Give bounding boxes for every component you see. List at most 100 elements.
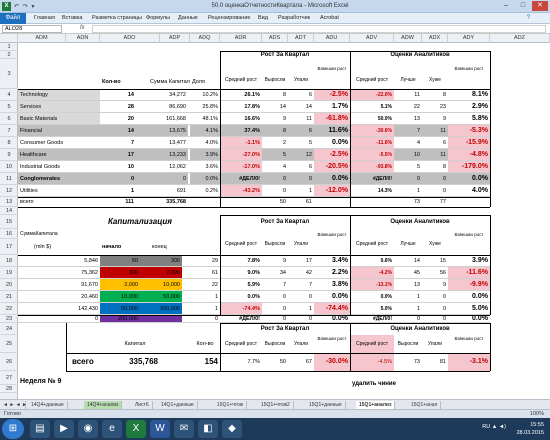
growth-up[interactable]: 50	[262, 353, 288, 371]
total-label[interactable]: всего	[18, 197, 66, 207]
tab-data[interactable]: Данные	[178, 15, 198, 21]
analyst-weighted[interactable]: -3.1%	[448, 353, 490, 371]
worksheet-grid[interactable]: Рост За Квартал Оценки Аналитиков Кол-во Су…	[18, 43, 550, 399]
total-worse[interactable]: 77	[422, 197, 448, 207]
sheet-tab[interactable]: 15Q1+чтож	[214, 401, 248, 409]
total-cap[interactable]: 335,768	[136, 197, 188, 207]
col-label[interactable]: Средний рост	[220, 335, 262, 353]
row-header[interactable]: 18	[0, 255, 18, 267]
row-header[interactable]: 28	[0, 385, 18, 393]
explorer-icon[interactable]: ◧	[198, 420, 218, 438]
tab-review[interactable]: Рецензирование	[208, 15, 250, 21]
name-box[interactable]: ALO28	[2, 25, 62, 33]
col-label[interactable]: начало	[100, 239, 140, 255]
quick-access-toolbar[interactable]: ↶ ↷ ▾	[14, 3, 35, 10]
header-analysts[interactable]: Оценки Аналитиков	[350, 215, 490, 229]
section-title-capitalization[interactable]: Капитализация	[106, 215, 236, 229]
col-label[interactable]: Средний рост	[350, 73, 394, 87]
row-header[interactable]: 4	[0, 89, 18, 101]
sheet-tab[interactable]: 14Q4+анализ	[84, 401, 123, 409]
col-label[interactable]: Взвешан рост	[448, 231, 490, 257]
row-header[interactable]: 13	[0, 197, 18, 207]
col-header[interactable]: ADS	[262, 34, 288, 43]
row-header[interactable]: 17	[0, 239, 18, 255]
clock[interactable]: 15:55 28.03.2015	[516, 421, 544, 437]
row-header[interactable]: 12	[0, 185, 18, 197]
row-header[interactable]: 10	[0, 161, 18, 173]
col-label[interactable]: Взвешан рост	[314, 335, 350, 353]
row-header[interactable]: 3	[0, 59, 18, 89]
tab-file[interactable]: Файл	[0, 13, 26, 24]
col-label[interactable]: Доля	[190, 77, 220, 87]
col-label[interactable]: Средний рост	[350, 335, 394, 353]
sheet-tab[interactable]: 14Q4+данные	[28, 401, 68, 409]
ie-icon[interactable]: e	[102, 420, 122, 438]
tab-acrobat[interactable]: Acrobat	[320, 15, 339, 21]
col-header[interactable]: ADY	[448, 34, 490, 43]
col-label[interactable]: Хуже	[422, 73, 448, 87]
header-analysts[interactable]: Оценки Аналитиков	[350, 323, 490, 335]
col-header[interactable]: ADO	[100, 34, 160, 43]
row-header[interactable]: 27	[0, 371, 18, 385]
sheet-tab[interactable]: 14Q1+данные	[158, 401, 198, 409]
tab-view[interactable]: Вид	[258, 15, 268, 21]
col-header[interactable]: ADZ	[490, 34, 550, 43]
total-count[interactable]: 154	[190, 353, 220, 371]
col-label[interactable]: Выросли	[262, 335, 288, 353]
total-down[interactable]: 61	[288, 197, 314, 207]
row-header[interactable]: 5	[0, 101, 18, 113]
col-label[interactable]: Взвешан рост	[448, 335, 490, 353]
row-header[interactable]: 22	[0, 303, 18, 315]
col-label[interactable]: Выросли	[394, 335, 422, 353]
row-header[interactable]: 14	[0, 207, 18, 215]
header-growth[interactable]: Рост За Квартал	[220, 215, 350, 229]
start-button[interactable]: ⊞	[2, 419, 24, 439]
col-header[interactable]: ADU	[314, 34, 350, 43]
system-tray[interactable]: RU ▲ ◄)	[482, 424, 506, 430]
col-label[interactable]: Кол-во	[190, 335, 220, 353]
row-header[interactable]: 25	[0, 335, 18, 353]
zoom-level[interactable]: 100%	[530, 411, 544, 417]
total-up[interactable]: 50	[262, 197, 288, 207]
row-header[interactable]: 8	[0, 137, 18, 149]
total-count[interactable]: 111	[100, 197, 136, 207]
sheet-nav-arrows[interactable]: ◄ ► ◄ ►	[0, 401, 27, 409]
col-label[interactable]: Упали	[422, 335, 448, 353]
minimize-button[interactable]: –	[498, 1, 514, 11]
sheet-tab[interactable]: 15Q1+данные	[306, 401, 346, 409]
col-label[interactable]: Капитал	[110, 335, 160, 353]
week-label[interactable]: Неделя № 9	[18, 375, 98, 389]
analyst-avg[interactable]: -4.5%	[350, 353, 394, 371]
col-label[interactable]: Взвешан рост	[448, 65, 490, 87]
col-header[interactable]: ADQ	[190, 34, 220, 43]
tab-insert[interactable]: Вставка	[62, 15, 82, 21]
mail-icon[interactable]: ✉	[174, 420, 194, 438]
col-header[interactable]: ADM	[18, 34, 66, 43]
tab-home[interactable]: Главная	[34, 15, 55, 21]
col-header[interactable]: ADN	[66, 34, 100, 43]
help-icon[interactable]: ?	[527, 15, 530, 21]
header-analysts[interactable]: Оценки Аналитиков	[350, 51, 490, 59]
header-growth[interactable]: Рост За Квартал	[220, 51, 350, 59]
row-header[interactable]: 23	[0, 315, 18, 323]
row-header[interactable]: 9	[0, 149, 18, 161]
row-header[interactable]: 1	[0, 43, 18, 51]
row-header[interactable]: 24	[0, 323, 18, 335]
growth-weighted[interactable]: -30.0%	[314, 353, 350, 371]
col-header[interactable]: ADR	[220, 34, 262, 43]
col-label[interactable]: Взвешан рост	[314, 231, 350, 257]
partial-label[interactable]: удалить чиние	[350, 377, 430, 391]
close-button[interactable]: ✕	[532, 1, 548, 11]
row-header[interactable]: 11	[0, 173, 18, 185]
word-icon[interactable]: W	[150, 420, 170, 438]
col-label[interactable]: Взвешан рост	[314, 65, 350, 87]
col-header[interactable]: ADT	[288, 34, 314, 43]
sheet-tab-active[interactable]: 15Q1+анализ	[356, 401, 396, 409]
row-header[interactable]: 6	[0, 113, 18, 125]
growth-down[interactable]: 67	[288, 353, 314, 371]
total-better[interactable]: 73	[394, 197, 422, 207]
col-label[interactable]: Упали	[288, 335, 314, 353]
row-header[interactable]: 26	[0, 353, 18, 371]
col-label[interactable]: Лучше	[394, 73, 422, 87]
folder-icon[interactable]: ▤	[30, 420, 50, 438]
